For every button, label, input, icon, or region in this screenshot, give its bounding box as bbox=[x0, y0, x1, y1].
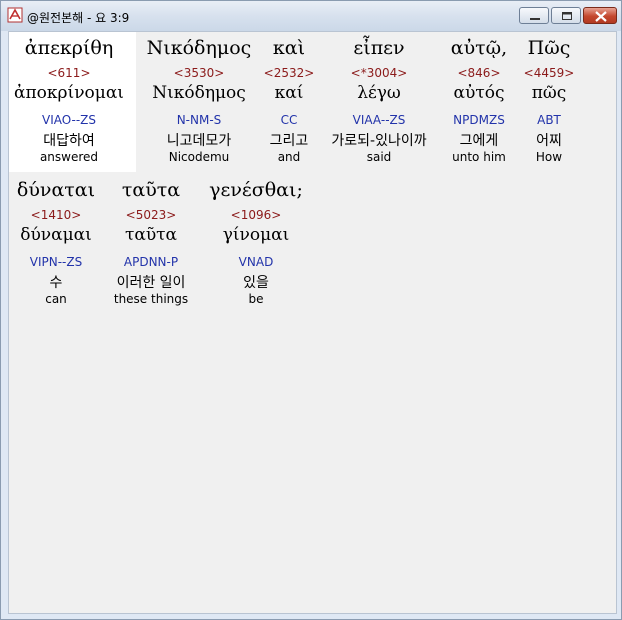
app-icon bbox=[7, 7, 23, 23]
minimize-button[interactable] bbox=[519, 7, 549, 24]
title-bar[interactable]: @원전본해 - 요 3:9 bbox=[1, 1, 621, 31]
maximize-icon bbox=[562, 12, 572, 20]
english-gloss: How bbox=[535, 150, 563, 164]
maximize-button[interactable] bbox=[551, 7, 581, 24]
korean-gloss: 있을 bbox=[243, 275, 269, 291]
strong-number[interactable]: <611> bbox=[0, 66, 139, 80]
close-button[interactable] bbox=[583, 7, 617, 24]
english-gloss: be bbox=[248, 292, 264, 306]
interlinear-panel: ἀπεκρίθη <611> ἀποκρίνομαι VIAO--ZS 대답하여… bbox=[8, 31, 617, 614]
korean-gloss: 대답하여 bbox=[43, 133, 95, 149]
strong-number[interactable]: <4459> bbox=[479, 66, 619, 80]
english-gloss: answered bbox=[39, 150, 99, 164]
parsing-code[interactable]: VNAD bbox=[186, 255, 326, 269]
greek-word: γενέσθαι; bbox=[209, 179, 303, 201]
minimize-icon bbox=[530, 18, 540, 20]
strong-number[interactable]: <1096> bbox=[186, 208, 326, 222]
greek-word: Πῶς bbox=[527, 37, 571, 59]
window-title: @원전본해 - 요 3:9 bbox=[27, 11, 130, 25]
parsing-code[interactable]: ABT bbox=[479, 113, 619, 127]
parsing-code[interactable]: VIAO--ZS bbox=[0, 113, 139, 127]
lemma: γίνομαι bbox=[222, 225, 290, 245]
app-window: @원전본해 - 요 3:9 ἀπεκρίθη <611> ἀποκρίνομαι… bbox=[0, 0, 622, 620]
lemma: ἀποκρίνομαι bbox=[14, 83, 124, 103]
greek-word: ἀπεκρίθη bbox=[24, 37, 114, 59]
lemma: πῶς bbox=[531, 83, 567, 103]
close-icon bbox=[595, 11, 607, 22]
korean-gloss: 어찌 bbox=[536, 133, 562, 149]
